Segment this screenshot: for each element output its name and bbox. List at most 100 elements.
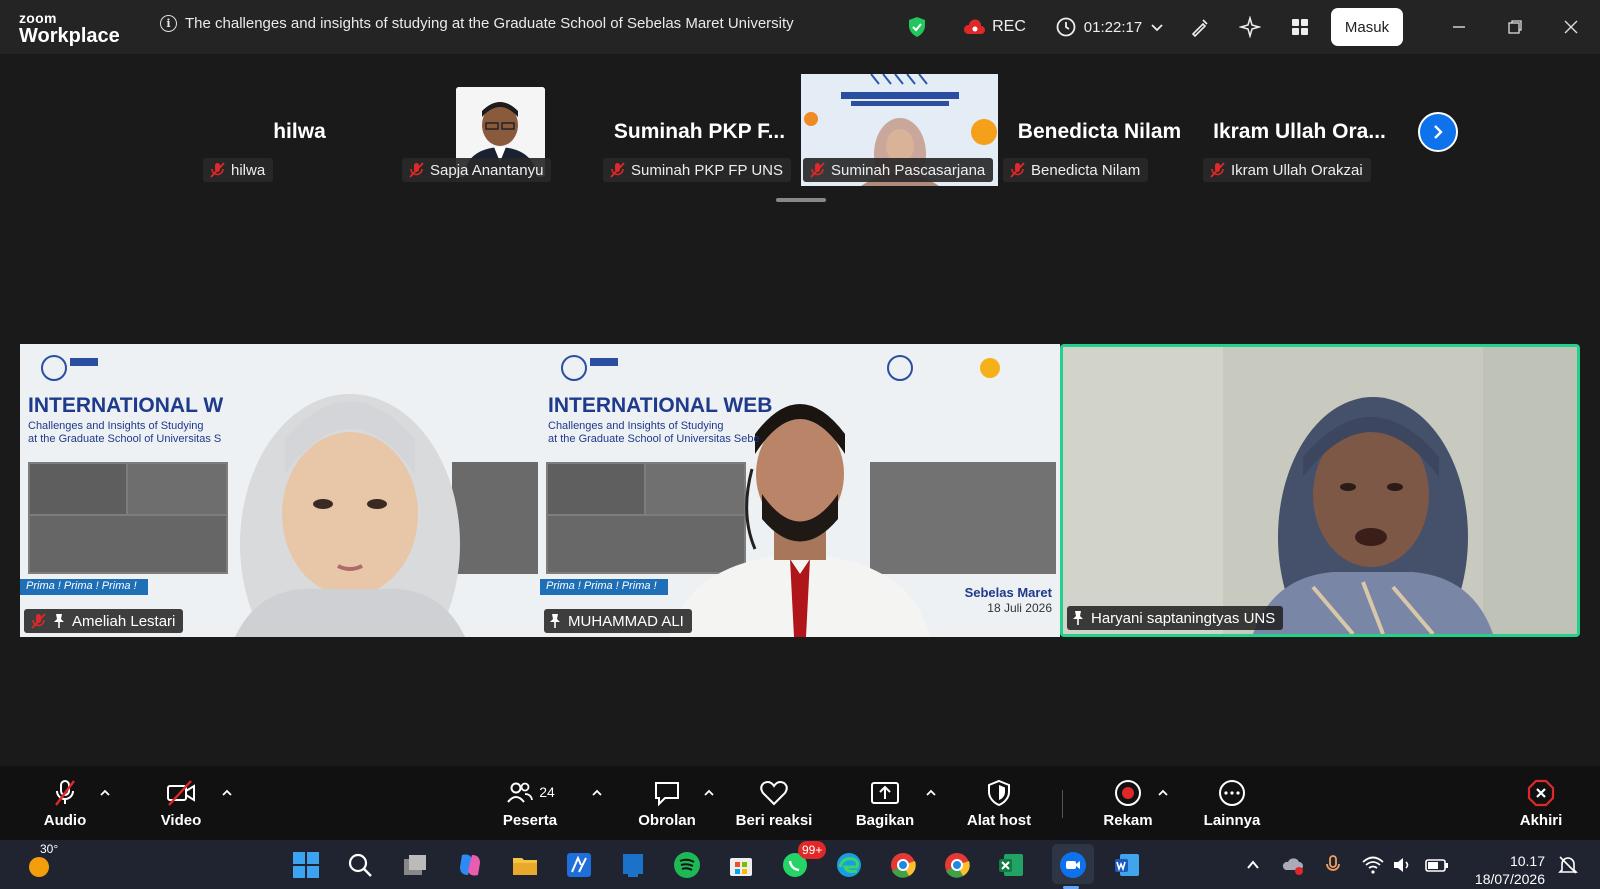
participants-label: Peserta xyxy=(502,812,558,829)
record-button[interactable]: Rekam xyxy=(1100,766,1156,840)
spotify-icon[interactable] xyxy=(670,848,704,882)
video-tile[interactable]: INTERNATIONAL W Challenges and Insights … xyxy=(20,344,540,637)
chrome-icon[interactable] xyxy=(886,848,920,882)
muted-mic-icon xyxy=(610,162,625,178)
strip-page-indicator xyxy=(776,198,826,202)
recording-indicator[interactable]: REC xyxy=(958,0,1030,54)
chevron-right-icon xyxy=(1434,125,1443,139)
notifications-icon[interactable] xyxy=(1551,848,1585,882)
logo-line-2: Workplace xyxy=(19,25,120,47)
battery-icon[interactable] xyxy=(1420,848,1454,882)
audio-button[interactable]: Audio xyxy=(38,766,92,840)
participants-options-caret-icon[interactable] xyxy=(590,786,604,800)
video-options-caret-icon[interactable] xyxy=(220,786,234,800)
excel-icon[interactable] xyxy=(994,848,1028,882)
participant-tag-label: Haryani saptaningtyas UNS xyxy=(1091,609,1276,627)
record-label: Rekam xyxy=(1103,812,1153,829)
host-tools-button[interactable]: Alat host xyxy=(962,766,1036,840)
copilot-icon[interactable] xyxy=(453,848,487,882)
end-meeting-button[interactable]: Akhiri xyxy=(1514,766,1568,840)
meeting-info[interactable]: i The challenges and insights of studyin… xyxy=(160,15,794,32)
annotate-icon[interactable] xyxy=(1186,0,1214,54)
muted-mic-icon xyxy=(210,162,225,178)
participant-video xyxy=(1063,347,1577,634)
wifi-icon[interactable] xyxy=(1356,848,1390,882)
participant-tag-label: Sapja Anantanyu xyxy=(430,161,544,179)
meeting-timer[interactable]: 01:22:17 xyxy=(1052,0,1168,54)
participant-name: hilwa xyxy=(273,120,326,143)
ai-companion-icon[interactable] xyxy=(1236,0,1264,54)
end-meeting-label: Akhiri xyxy=(1519,812,1563,829)
heart-icon xyxy=(760,781,788,806)
participant-tag-label: Benedicta Nilam xyxy=(1031,161,1141,179)
clock-time: 10.17 xyxy=(1509,853,1545,869)
notes-app-icon[interactable] xyxy=(616,848,650,882)
minimize-icon[interactable] xyxy=(1444,0,1474,54)
word-icon[interactable] xyxy=(1110,848,1144,882)
participant-tag-label: Suminah Pascasarjana xyxy=(831,161,986,179)
participants-icon xyxy=(507,782,534,803)
notification-badge: 99+ xyxy=(798,841,827,859)
audio-options-caret-icon[interactable] xyxy=(98,786,112,800)
participant-tag: Suminah PKP FP UNS xyxy=(603,158,792,182)
clock-icon xyxy=(1056,17,1076,37)
banner-ribbon: Prima ! Prima ! Prima ! xyxy=(26,580,137,592)
windows-taskbar: 30° 99+ xyxy=(0,840,1600,889)
chat-button[interactable]: Obrolan xyxy=(636,766,698,840)
share-screen-icon xyxy=(871,782,899,804)
store-icon[interactable] xyxy=(724,848,758,882)
clock-date: 18/07/2026 xyxy=(1474,871,1545,887)
toolbar-divider xyxy=(1062,790,1063,818)
muted-mic-icon xyxy=(31,613,46,629)
share-button[interactable]: Bagikan xyxy=(852,766,918,840)
mic-in-use-icon[interactable] xyxy=(1316,848,1350,882)
pin-icon xyxy=(1073,611,1083,625)
participant-tag-label: Suminah PKP FP UNS xyxy=(631,161,784,179)
participant-tag: Suminah Pascasarjana xyxy=(803,158,994,182)
participant-name: Ikram Ullah Ora... xyxy=(1213,120,1386,143)
search-icon[interactable] xyxy=(343,848,377,882)
muted-mic-icon xyxy=(1010,162,1025,178)
strip-next-button[interactable] xyxy=(1418,112,1458,152)
info-icon[interactable]: i xyxy=(160,15,177,32)
zoom-taskbar-icon[interactable] xyxy=(1056,848,1090,882)
shield-icon xyxy=(988,779,1010,807)
apps-icon[interactable] xyxy=(1286,0,1314,54)
video-tile[interactable]: INTERNATIONAL WEB Challenges and Insight… xyxy=(540,344,1060,637)
chevron-up-icon[interactable] xyxy=(1236,848,1270,882)
rec-label: REC xyxy=(992,18,1026,35)
system-clock[interactable]: 10.17 18/07/2026 xyxy=(1455,852,1545,888)
restore-icon[interactable] xyxy=(1500,0,1530,54)
onedrive-icon[interactable] xyxy=(1276,848,1310,882)
task-view-icon[interactable] xyxy=(398,848,432,882)
participant-tag: hilwa xyxy=(203,158,274,182)
chat-options-caret-icon[interactable] xyxy=(702,786,716,800)
encryption-shield-icon[interactable] xyxy=(904,0,930,54)
edge-icon[interactable] xyxy=(832,848,866,882)
video-tile-active-speaker[interactable]: Haryani saptaningtyas UNS xyxy=(1060,344,1580,637)
participant-tag-label: hilwa xyxy=(231,161,266,179)
participants-button[interactable]: 24 Peserta xyxy=(498,766,562,840)
reactions-label: Beri reaksi xyxy=(735,812,813,829)
volume-icon[interactable] xyxy=(1386,848,1420,882)
participant-tag-label: MUHAMMAD ALI xyxy=(568,612,684,630)
end-meeting-icon xyxy=(1527,779,1555,807)
record-options-caret-icon[interactable] xyxy=(1156,786,1170,800)
muted-mic-icon xyxy=(810,162,825,178)
close-icon[interactable] xyxy=(1556,0,1586,54)
video-label: Video xyxy=(160,812,202,829)
reactions-button[interactable]: Beri reaksi xyxy=(734,766,814,840)
dictionary-app-icon[interactable] xyxy=(562,848,596,882)
participant-name: Benedicta Nilam xyxy=(1017,120,1182,143)
share-label: Bagikan xyxy=(855,812,915,829)
share-options-caret-icon[interactable] xyxy=(924,786,938,800)
more-button[interactable]: Lainnya xyxy=(1200,766,1264,840)
file-explorer-icon[interactable] xyxy=(508,848,542,882)
sign-in-button[interactable]: Masuk xyxy=(1331,8,1403,46)
chevron-down-icon xyxy=(1151,24,1163,32)
video-button[interactable]: Video xyxy=(155,766,207,840)
chrome-profile-icon[interactable] xyxy=(940,848,974,882)
start-icon[interactable] xyxy=(289,848,323,882)
banner-subtitle-1: Challenges and Insights of Studying xyxy=(28,420,204,432)
record-icon xyxy=(1115,780,1141,806)
